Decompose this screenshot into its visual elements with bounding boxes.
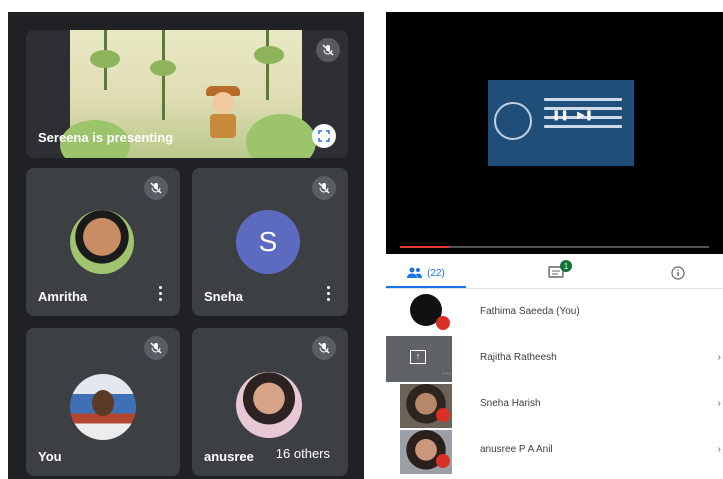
others-count-button[interactable]: 16 others [267, 441, 338, 466]
mic-off-icon [144, 336, 168, 360]
tab-info[interactable] [638, 258, 718, 288]
mic-off-icon [436, 408, 450, 422]
participant-name: anusree [204, 449, 254, 464]
people-icon [407, 267, 423, 278]
presenter-label: Sereena is presenting [38, 130, 174, 145]
mic-off-icon [436, 454, 450, 468]
presentation-tile[interactable]: Sereena is presenting [26, 30, 348, 158]
participant-tile[interactable]: anusree 16 others [192, 328, 348, 476]
meet-grid-panel: Sereena is presenting Amritha S Sneha Yo… [8, 12, 364, 479]
participant-row[interactable]: Fathima Saeeda (You) [386, 290, 723, 336]
chevron-right-icon[interactable]: › [718, 444, 721, 455]
tab-chat[interactable]: 1 [516, 258, 596, 288]
participant-name: Amritha [38, 289, 88, 304]
participant-row[interactable]: Sneha Harish › [386, 382, 723, 428]
fullscreen-icon[interactable] [312, 124, 336, 148]
people-count: (22) [427, 267, 445, 279]
tab-people[interactable]: (22) [386, 258, 466, 288]
shared-slide: ❚❚ ▶❚ [488, 80, 634, 166]
participant-name: Rajitha Ratheesh [480, 352, 557, 363]
participant-name: Sneha [204, 289, 244, 304]
chat-badge: 1 [560, 260, 572, 272]
present-to-all-icon: ↑ [410, 350, 426, 364]
more-vert-icon[interactable] [327, 286, 330, 304]
participant-name: Fathima Saeeda (You) [480, 306, 580, 317]
participant-name: You [38, 449, 62, 464]
video-progress-bar[interactable] [400, 246, 709, 248]
avatar [236, 372, 302, 438]
avatar [70, 210, 134, 274]
info-icon [671, 266, 685, 280]
active-tab-indicator [386, 286, 466, 288]
mic-off-icon [312, 336, 336, 360]
more-vert-icon[interactable] [159, 286, 162, 304]
participant-tile[interactable]: You [26, 328, 180, 476]
chevron-right-icon[interactable]: › [718, 352, 721, 363]
participant-tile[interactable]: S Sneha [192, 168, 348, 316]
video-player[interactable]: ❚❚ ▶❚ [386, 12, 723, 254]
un-logo-icon [494, 102, 532, 140]
participant-name: anusree P A Anil [480, 444, 553, 455]
chevron-right-icon[interactable]: › [718, 398, 721, 409]
avatar [70, 374, 136, 440]
mic-off-icon [436, 316, 450, 330]
mic-off-icon [316, 38, 340, 62]
participant-name: Sneha Harish [480, 398, 541, 409]
avatar: S [236, 210, 300, 274]
mobile-meet-panel: ❚❚ ▶❚ (22) 1 Fathima Saeeda (You) ↑ … Ra… [386, 12, 723, 479]
participant-row[interactable]: anusree P A Anil › [386, 428, 723, 474]
mic-off-icon [312, 176, 336, 200]
participant-row[interactable]: ↑ … Rajitha Ratheesh › [386, 336, 723, 382]
tab-bar: (22) 1 [386, 258, 723, 289]
participant-tile[interactable]: Amritha [26, 168, 180, 316]
mic-off-icon [144, 176, 168, 200]
pause-icon[interactable]: ❚❚ ▶❚ [552, 110, 593, 121]
